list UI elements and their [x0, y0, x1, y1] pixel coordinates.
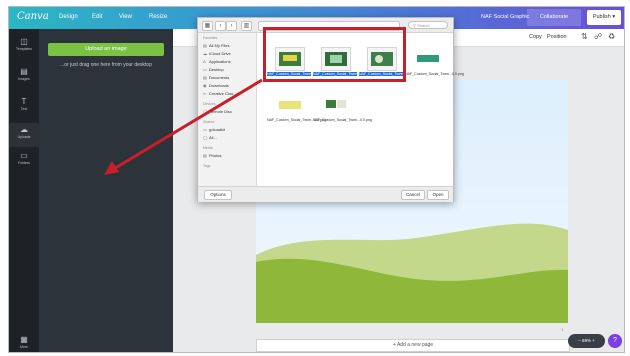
dialog-search-input[interactable]: ⚲ Search [408, 21, 448, 29]
sidebar-item-label: Photos [209, 153, 222, 158]
sidebar-item-label: Desktop [209, 67, 224, 72]
upload-icon: ☁ [20, 125, 28, 134]
options-button[interactable]: Options [204, 190, 232, 200]
image-file-icon [417, 55, 439, 62]
nav-folders[interactable]: ▭ Folders [9, 151, 39, 165]
sidebar-item-label: Documents [209, 75, 230, 80]
back-icon[interactable]: ‹ [215, 21, 226, 31]
collaborate-button[interactable]: Collaborate [527, 9, 581, 26]
publish-label: Publish [592, 14, 611, 20]
shared-header: Shared [203, 120, 215, 124]
file-name: NAF_Custom_Social_Twee...0.0.png [267, 118, 326, 122]
menu-design[interactable]: Design [59, 14, 78, 20]
search-icon: ⚲ [413, 23, 416, 28]
file-thumbnail [275, 93, 305, 117]
open-button[interactable]: Open [427, 190, 449, 200]
drag-hint: ...or just drag one here from your deskt… [60, 62, 152, 68]
nav-label: Folders [18, 161, 30, 165]
sidebar-item-creative-cloud[interactable]: ∞ Creative Clou... [203, 91, 237, 96]
sidebar-item-downloads[interactable]: ◉ Downloads [203, 83, 229, 88]
sidebar-item-remote-disc[interactable]: ◯ Remote Disc [203, 109, 232, 114]
screenshot-frame: Canva Design Edit View Resize NAF Social… [8, 6, 625, 353]
sidebar-item-label: Downloads [209, 83, 229, 88]
sidebar-item-applications[interactable]: A Applications [203, 59, 231, 64]
favorites-header: Favorites [203, 36, 218, 40]
nav-label: Templates [16, 47, 32, 51]
add-page-button[interactable]: + Add a new page [256, 339, 570, 352]
selection-highlight-box [263, 27, 406, 82]
sidebar-item-shared-2[interactable]: ◯ All... [203, 135, 217, 140]
nav-uploads[interactable]: ☁ Uploads [9, 123, 39, 147]
sidebar-item-desktop[interactable]: ▭ Desktop [203, 67, 224, 72]
sidebar-item-label: iCloud Drive [209, 51, 231, 56]
layout-icon: ◫ [20, 37, 28, 46]
nav-more[interactable]: ▦ More [9, 335, 39, 349]
sidebar-item-label: Applications [209, 59, 231, 64]
sidebar-item-label: goloadkit [209, 127, 226, 132]
sidebar-item-all-files[interactable]: ▤ All My Files [203, 43, 229, 48]
tags-header: Tags [203, 164, 211, 168]
nav-templates[interactable]: ◫ Templates [9, 37, 39, 51]
folder-icon: ▭ [20, 151, 28, 160]
search-placeholder: Search [417, 23, 430, 28]
page-number: 1 [561, 327, 564, 332]
sidebar-item-shared-1[interactable]: ▭ goloadkit [203, 127, 225, 132]
image-file-icon [279, 101, 301, 109]
sidebar-toggle-icon[interactable]: ▦ [202, 21, 213, 31]
file-thumbnail [413, 47, 443, 71]
dialog-footer: Options Cancel Open [198, 186, 453, 202]
sidebar-item-label: Remote Disc [209, 109, 232, 114]
nav-images[interactable]: ▤ Images [9, 67, 39, 81]
sidebar-item-label: All My Files [209, 43, 230, 48]
sidebar-item-photos[interactable]: ▤ Photos [203, 153, 221, 158]
plus-icon[interactable]: + [592, 338, 595, 343]
text-icon: T [21, 97, 27, 106]
menu-edit[interactable]: Edit [92, 14, 102, 20]
link-icon[interactable]: ☍ [594, 32, 602, 41]
chevron-down-icon: ▾ [612, 14, 616, 20]
sidebar-item-documents[interactable]: ▤ Documents [203, 75, 229, 80]
zoom-level: 69% [581, 338, 591, 343]
left-navigation: ◫ Templates ▤ Images T Text ☁ Uploads ▭ … [9, 29, 39, 352]
file-name: NAF_Custom_Social_Twee...0.0.png [313, 118, 372, 122]
file-thumbnail [321, 93, 351, 117]
view-mode-icon[interactable]: ▥ [241, 21, 252, 31]
image-icon: ▤ [20, 67, 28, 76]
file-name: NAF_Custom_Social_Twee...0.0.png [405, 72, 464, 76]
minus-icon[interactable]: − [578, 338, 581, 343]
help-button[interactable]: ? [608, 334, 622, 348]
image-file-icon [326, 100, 346, 108]
nav-text[interactable]: T Text [9, 97, 39, 111]
sidebar-item-label: All... [209, 135, 217, 140]
nav-label: Uploads [17, 135, 31, 139]
copy-button[interactable]: Copy [529, 34, 542, 40]
zoom-control[interactable]: − 69% + [568, 334, 605, 348]
upload-image-button[interactable]: Upload an image [48, 43, 164, 56]
devices-header: Devices [203, 102, 216, 106]
nav-label: Text [20, 107, 28, 111]
sidebar-item-label: Creative Clou... [209, 91, 237, 96]
cancel-button[interactable]: Cancel [401, 190, 425, 200]
publish-button[interactable]: Publish ▾ [587, 10, 621, 25]
uploads-panel: Upload an image ...or just drag one here… [39, 29, 173, 352]
canva-logo[interactable]: Canva [17, 11, 49, 22]
trash-icon[interactable]: ♻ [608, 32, 615, 41]
arrange-icon[interactable]: ⇅ [581, 32, 588, 41]
forward-icon[interactable]: › [226, 21, 237, 31]
grid-icon: ▦ [20, 335, 28, 344]
media-header: Media [203, 146, 213, 150]
sidebar-item-icloud[interactable]: ☁ iCloud Drive [203, 51, 231, 56]
document-title[interactable]: NAF Social Graphic [481, 14, 529, 20]
menu-view[interactable]: View [119, 14, 132, 20]
position-button[interactable]: Position [547, 34, 567, 40]
dialog-sidebar: Favorites ▤ All My Files ☁ iCloud Drive AA… [198, 33, 257, 186]
nav-label: Images [18, 77, 30, 81]
nav-label: More [20, 345, 28, 349]
menu-resize[interactable]: Resize [149, 14, 167, 20]
